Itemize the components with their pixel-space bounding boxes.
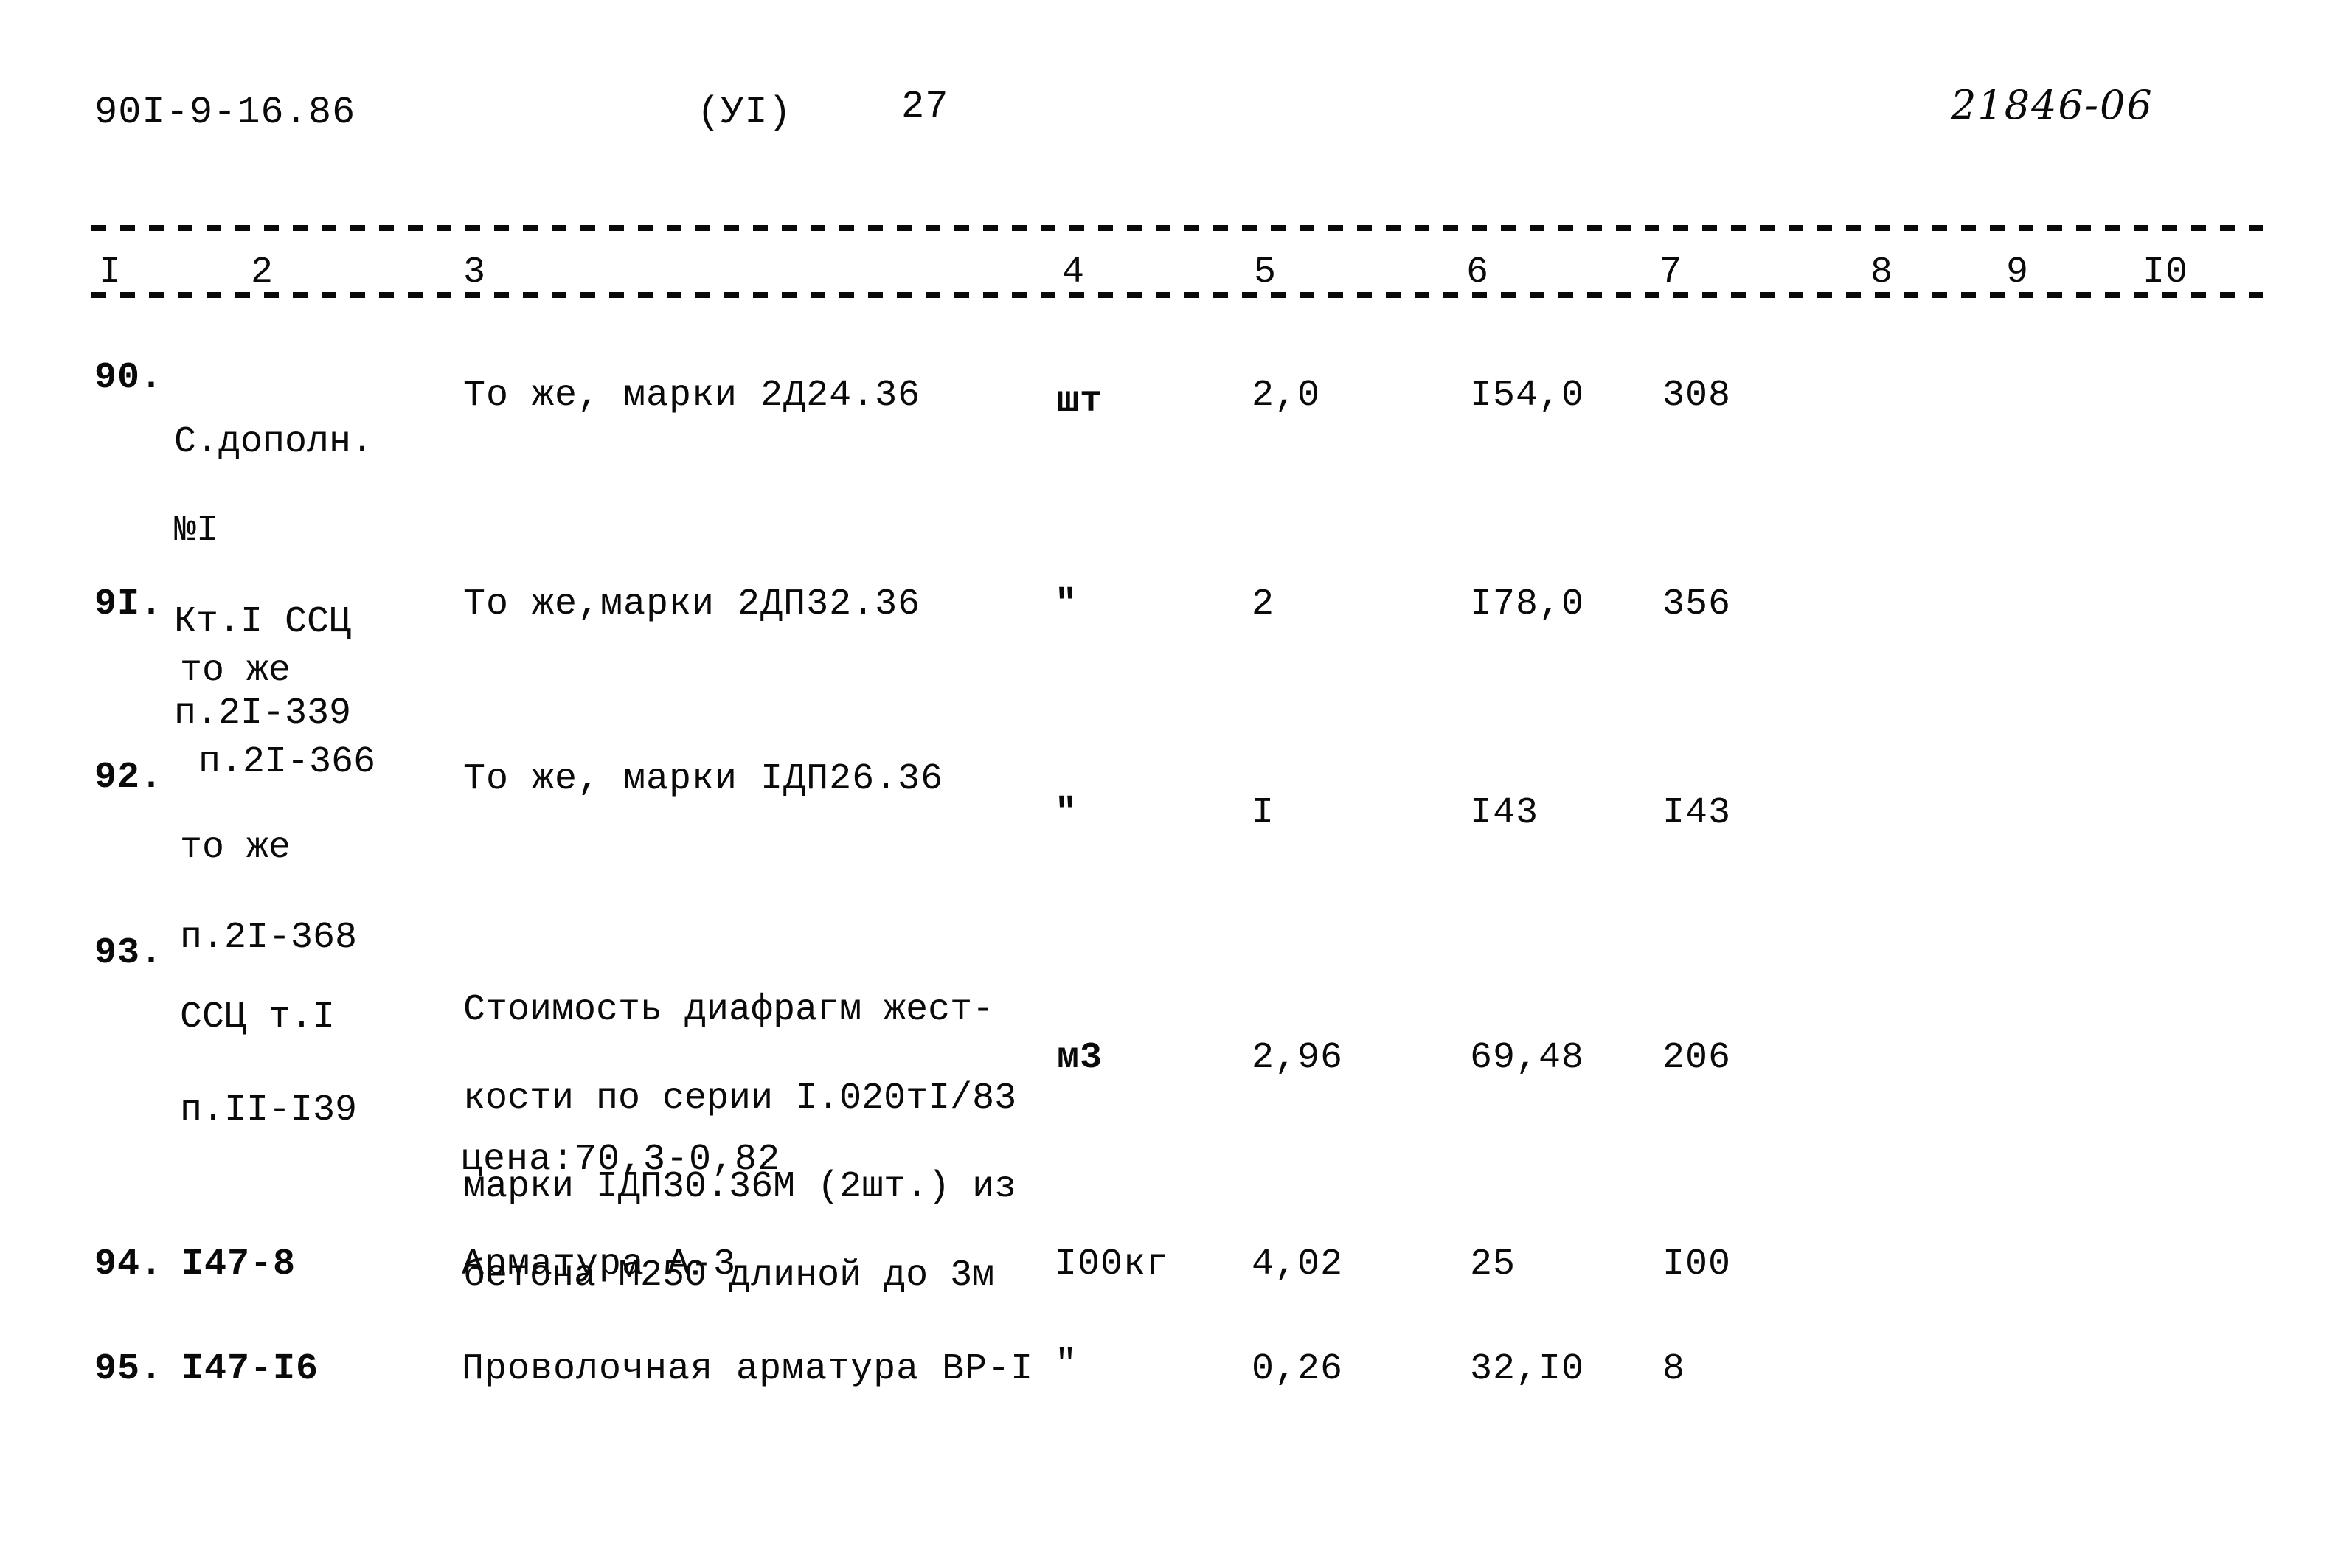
row-total: 8 [1662,1348,1686,1390]
column-number: 3 [463,251,487,294]
row-quantity: 0,26 [1252,1348,1344,1390]
row-quantity: 4,02 [1252,1243,1344,1286]
row-unit-price: 25 [1470,1243,1516,1286]
row-unit-price: I54,0 [1470,375,1585,417]
row-reference: ССЦ т.I п.II-I39 [180,937,357,1192]
header-top-divider [91,225,2271,231]
reference-line: ССЦ т.I [180,996,336,1038]
column-number: 8 [1870,251,1894,294]
row-unit-price: I78,0 [1470,583,1585,625]
row-number: 90. [94,357,164,399]
row-unit: шт [1057,381,1103,423]
row-unit: " [1055,1344,1078,1386]
row-total: 308 [1662,375,1732,417]
row-quantity: I [1252,792,1275,834]
column-number: I [99,251,122,294]
row-reference: I47-I6 [181,1348,319,1390]
row-unit-price: 32,I0 [1470,1348,1585,1390]
row-total: I00 [1662,1243,1732,1286]
row-unit: " [1055,583,1078,625]
row-description: То же, марки 2Д24.36 [463,375,921,417]
description-line: Стоимость диафрагм жест- [463,989,995,1031]
row-quantity: 2,0 [1252,375,1321,417]
row-quantity: 2 [1252,583,1275,625]
row-quantity: 2,96 [1252,1037,1344,1079]
reference-line: то же [180,827,291,869]
row-description: То же,марки 2ДП32.36 [463,583,921,625]
section-label: (УI) [697,91,792,134]
row-number: 94. [94,1243,164,1286]
reference-line: п.II-I39 [180,1089,358,1131]
column-number: 6 [1466,251,1490,294]
description-line: кости по серии I.020тI/83 [463,1078,1017,1120]
row-description: Арматура А-3 [462,1243,737,1286]
row-total: I43 [1662,792,1732,834]
row-unit: " [1055,792,1078,834]
row-total: 356 [1662,583,1732,625]
row-number: 92. [94,757,164,799]
page-number: 27 [901,85,949,128]
column-number: 9 [2006,251,2030,294]
price-note: цена:70,3-0,82 [460,1139,781,1181]
column-number: 7 [1659,251,1683,294]
row-unit-price: 69,48 [1470,1037,1585,1079]
document-code: 90I-9-16.86 [94,91,356,134]
row-number: 93. [94,932,164,974]
row-unit: м3 [1057,1037,1103,1079]
header-bottom-divider [91,292,2271,298]
row-reference: I47-8 [181,1243,296,1286]
reference-line: С.дополн. [174,421,374,463]
column-number: I0 [2143,251,2189,294]
row-unit-price: I43 [1470,792,1539,834]
column-number: 2 [251,251,274,294]
row-unit: I00кг [1055,1243,1170,1286]
row-description: Проволочная арматура ВР-I [462,1348,1034,1390]
column-number: 4 [1062,251,1086,294]
row-number: 9I. [94,583,164,625]
column-number: 5 [1254,251,1277,294]
reference-line: то же [180,650,291,692]
row-number: 95. [94,1348,164,1390]
reference-line: №I [174,510,219,552]
row-total: 206 [1662,1037,1732,1079]
row-description: То же, марки IДП26.36 [463,758,944,800]
handwritten-inventory-number: 21846-06 [1951,82,2154,128]
